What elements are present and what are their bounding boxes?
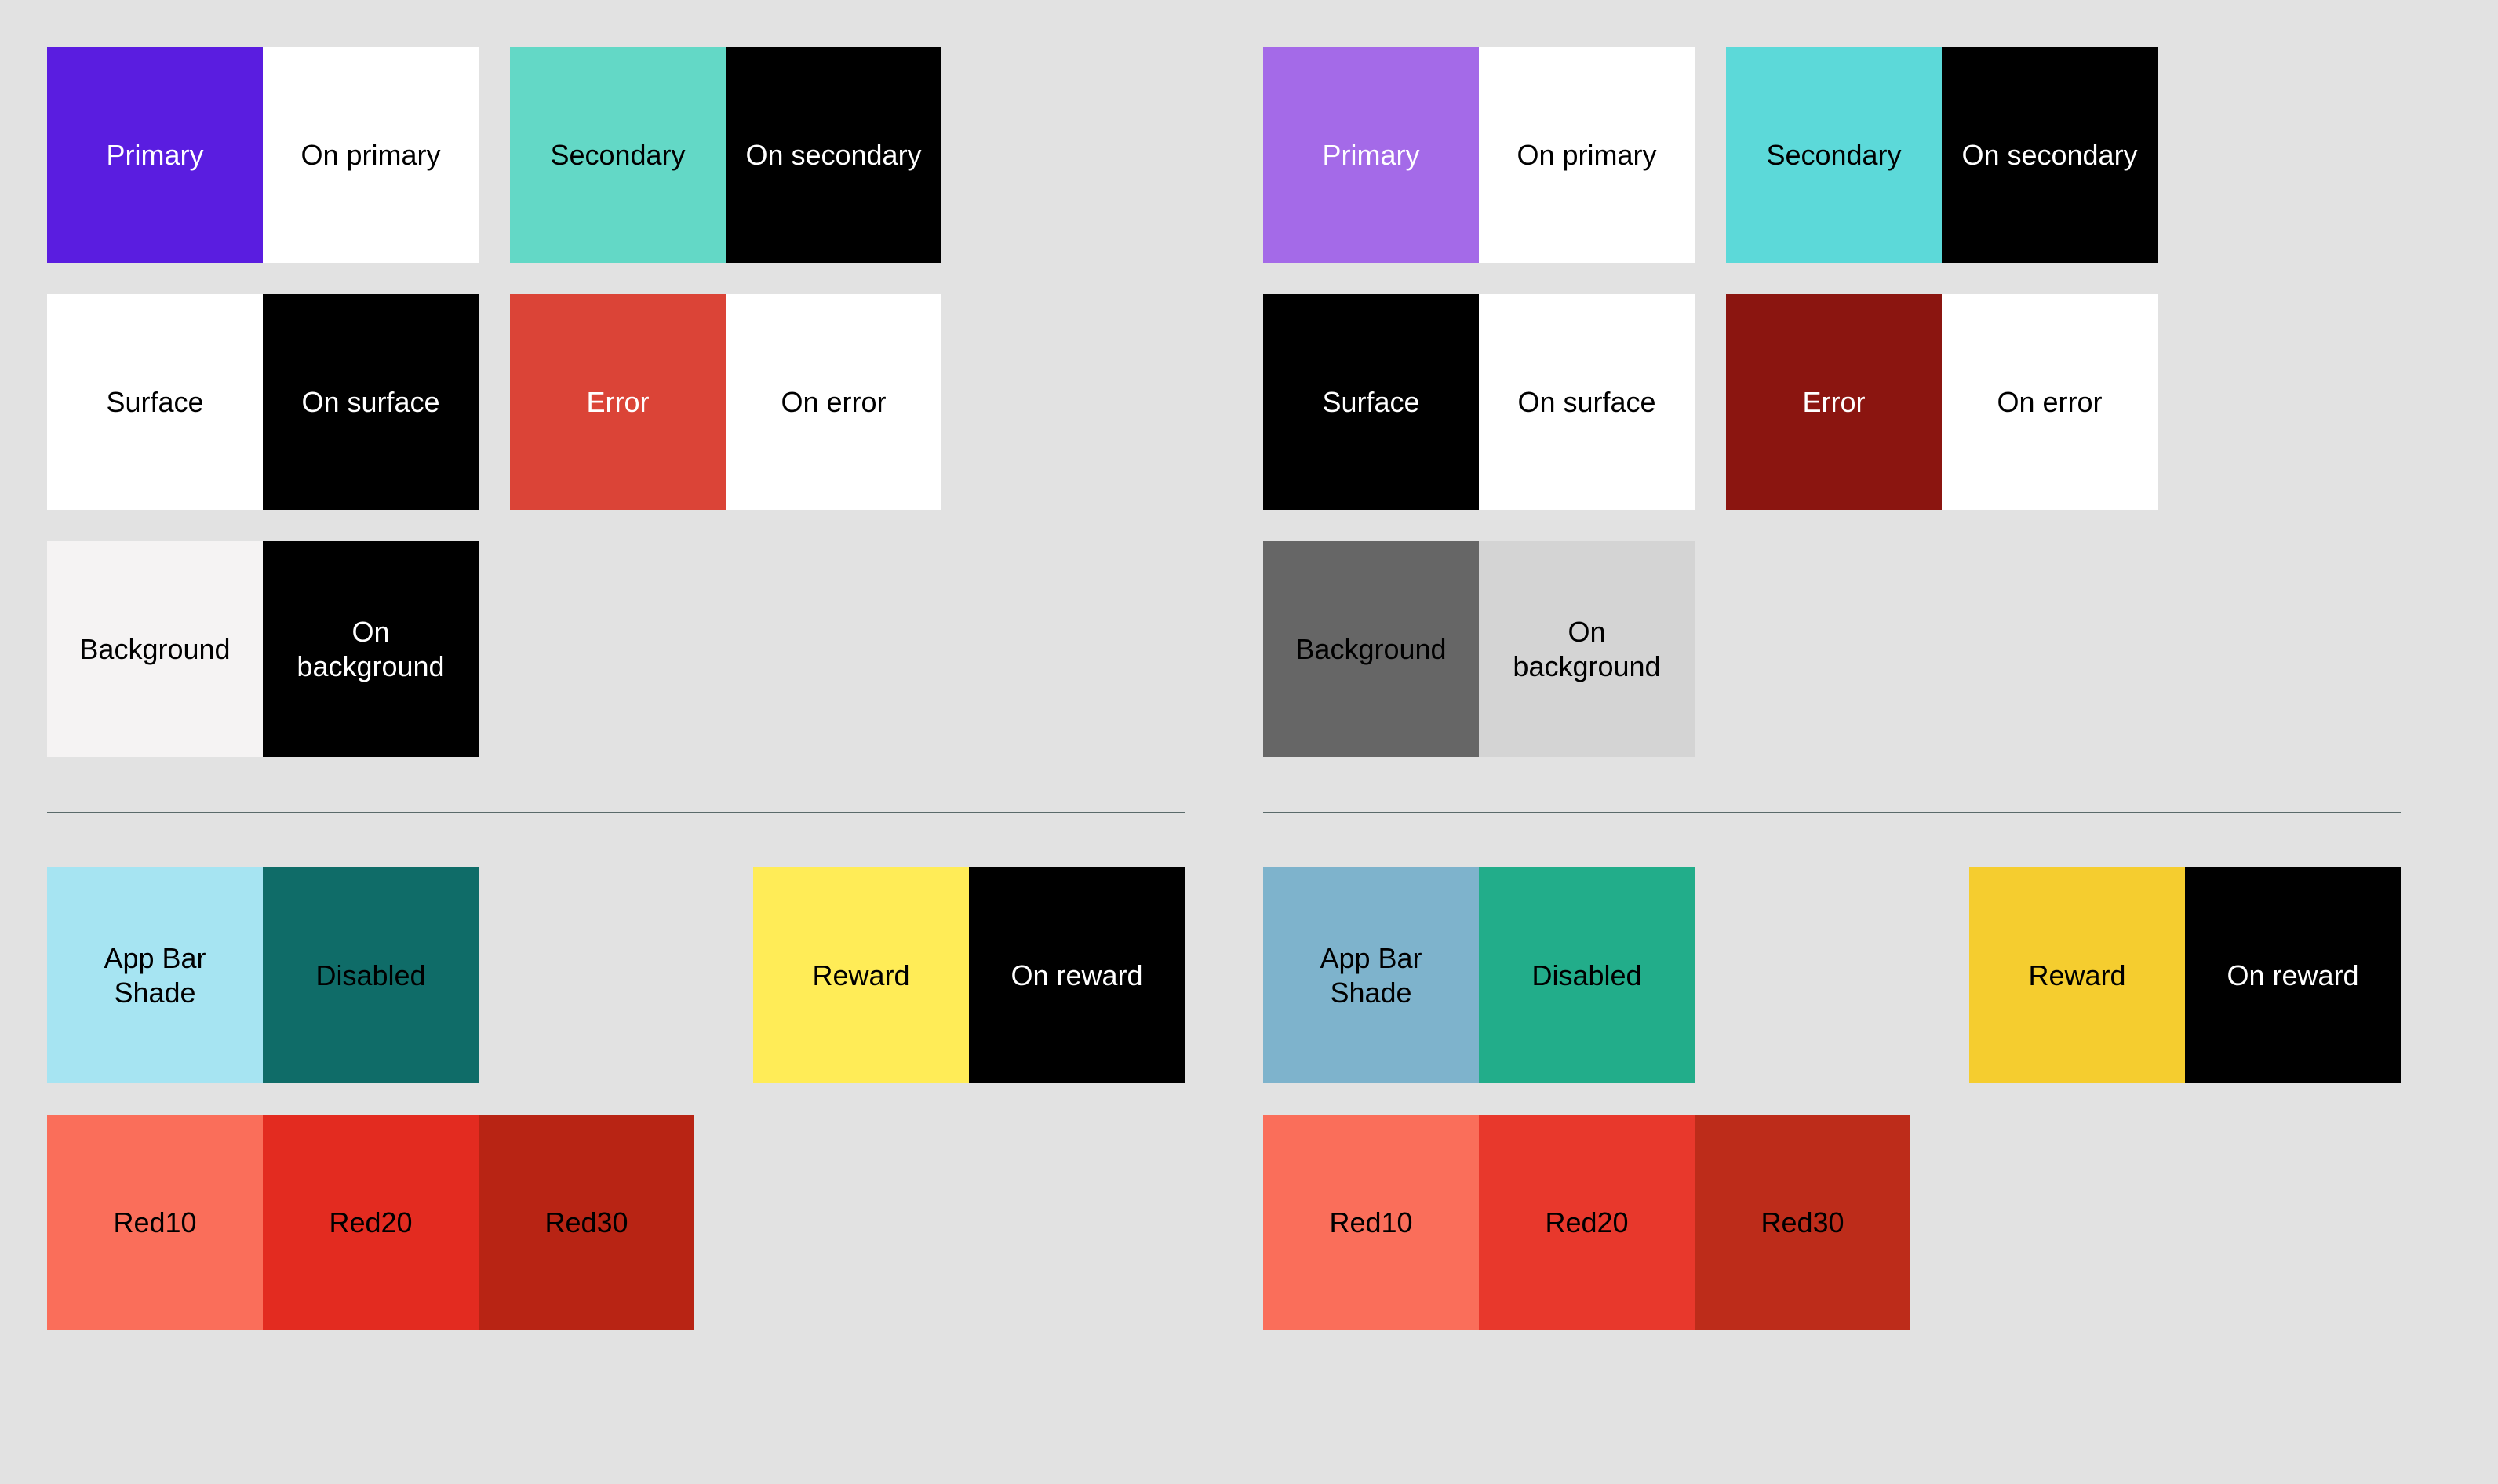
pair-error: Error On error [1726,294,2158,510]
row-surface-error: Surface On surface Error On error [47,294,1185,510]
swatch-reward: Reward [753,867,969,1083]
swatch-red10: Red10 [47,1115,263,1330]
swatch-on-background: On background [263,541,479,757]
pair-reward: Reward On reward [753,867,1185,1083]
swatch-on-secondary: On secondary [726,47,941,263]
pair-secondary: Secondary On secondary [510,47,941,263]
swatch-on-reward: On reward [2185,867,2401,1083]
swatch-secondary: Secondary [1726,47,1942,263]
swatch-on-reward: On reward [969,867,1185,1083]
swatch-app-bar-shade: App Bar Shade [47,867,263,1083]
triple-reds: Red10 Red20 Red30 [1263,1115,1910,1330]
pair-surface: Surface On surface [1263,294,1695,510]
swatch-secondary: Secondary [510,47,726,263]
swatch-on-primary: On primary [1479,47,1695,263]
row-appbar-reward: App Bar Shade Disabled Reward On reward [47,867,1185,1083]
swatch-on-background: On background [1479,541,1695,757]
swatch-red30: Red30 [479,1115,694,1330]
swatch-primary: Primary [1263,47,1479,263]
pair-primary: Primary On primary [1263,47,1695,263]
row-primary-secondary: Primary On primary Secondary On secondar… [47,47,1185,263]
pair-reward: Reward On reward [1969,867,2401,1083]
swatch-red20: Red20 [1479,1115,1695,1330]
pair-background: Background On background [47,541,479,757]
palette-comparison: Primary On primary Secondary On secondar… [47,47,2451,1330]
pair-error: Error On error [510,294,941,510]
swatch-red30: Red30 [1695,1115,1910,1330]
pair-secondary: Secondary On secondary [1726,47,2158,263]
swatch-disabled: Disabled [263,867,479,1083]
swatch-disabled: Disabled [1479,867,1695,1083]
swatch-on-secondary: On secondary [1942,47,2158,263]
swatch-app-bar-shade: App Bar Shade [1263,867,1479,1083]
triple-reds: Red10 Red20 Red30 [47,1115,694,1330]
swatch-reward: Reward [1969,867,2185,1083]
swatch-on-primary: On primary [263,47,479,263]
row-reds: Red10 Red20 Red30 [47,1115,1185,1330]
pair-appbar-disabled: App Bar Shade Disabled [47,867,479,1083]
swatch-surface: Surface [47,294,263,510]
pair-primary: Primary On primary [47,47,479,263]
swatch-error: Error [510,294,726,510]
row-surface-error: Surface On surface Error On error [1263,294,2401,510]
swatch-on-error: On error [1942,294,2158,510]
pair-surface: Surface On surface [47,294,479,510]
swatch-on-error: On error [726,294,941,510]
row-background: Background On background [1263,541,2401,757]
swatch-red20: Red20 [263,1115,479,1330]
swatch-on-surface: On surface [263,294,479,510]
divider [47,812,1185,813]
row-primary-secondary: Primary On primary Secondary On secondar… [1263,47,2401,263]
filler-gap [1726,867,1938,1083]
row-appbar-reward: App Bar Shade Disabled Reward On reward [1263,867,2401,1083]
swatch-surface: Surface [1263,294,1479,510]
palette-right: Primary On primary Secondary On secondar… [1263,47,2401,1330]
swatch-error: Error [1726,294,1942,510]
swatch-red10: Red10 [1263,1115,1479,1330]
divider [1263,812,2401,813]
swatch-background: Background [1263,541,1479,757]
row-background: Background On background [47,541,1185,757]
palette-left: Primary On primary Secondary On secondar… [47,47,1185,1330]
row-reds: Red10 Red20 Red30 [1263,1115,2401,1330]
swatch-on-surface: On surface [1479,294,1695,510]
pair-appbar-disabled: App Bar Shade Disabled [1263,867,1695,1083]
swatch-primary: Primary [47,47,263,263]
pair-background: Background On background [1263,541,1695,757]
swatch-background: Background [47,541,263,757]
filler-gap [510,867,722,1083]
